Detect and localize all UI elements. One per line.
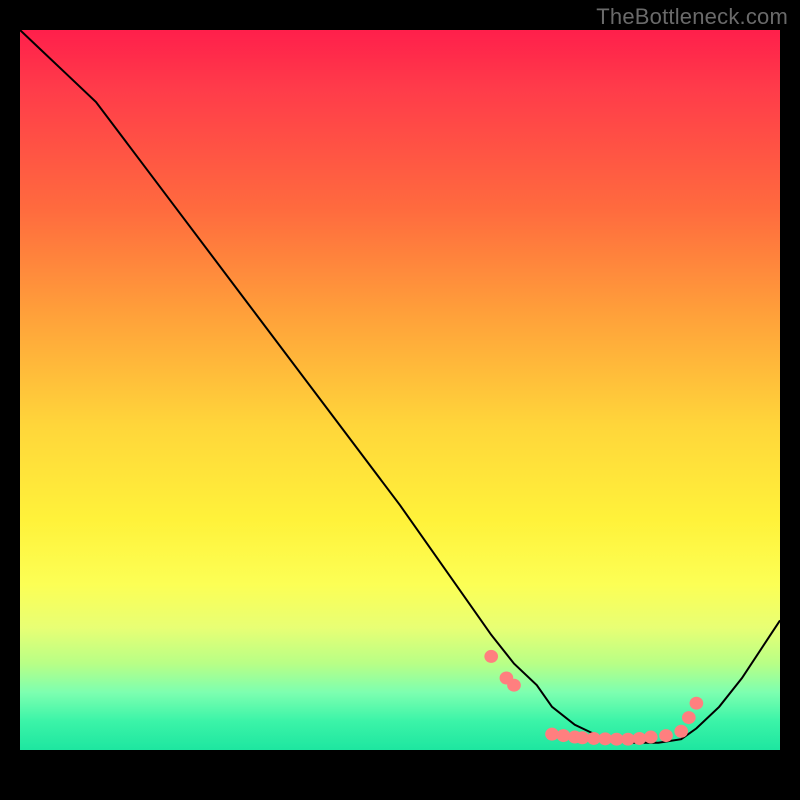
plot-area [20, 30, 780, 750]
dot [507, 679, 521, 692]
watermark-text: TheBottleneck.com [596, 4, 788, 30]
plot-canvas [20, 30, 780, 750]
dot [674, 725, 688, 738]
main-line [20, 30, 780, 743]
dot-group [484, 650, 703, 746]
dot [682, 711, 696, 724]
dot [644, 731, 658, 744]
chart-frame: TheBottleneck.com [0, 0, 800, 800]
dot [484, 650, 498, 663]
curve-layer [20, 30, 780, 750]
dot [690, 697, 704, 710]
dot [659, 729, 673, 742]
